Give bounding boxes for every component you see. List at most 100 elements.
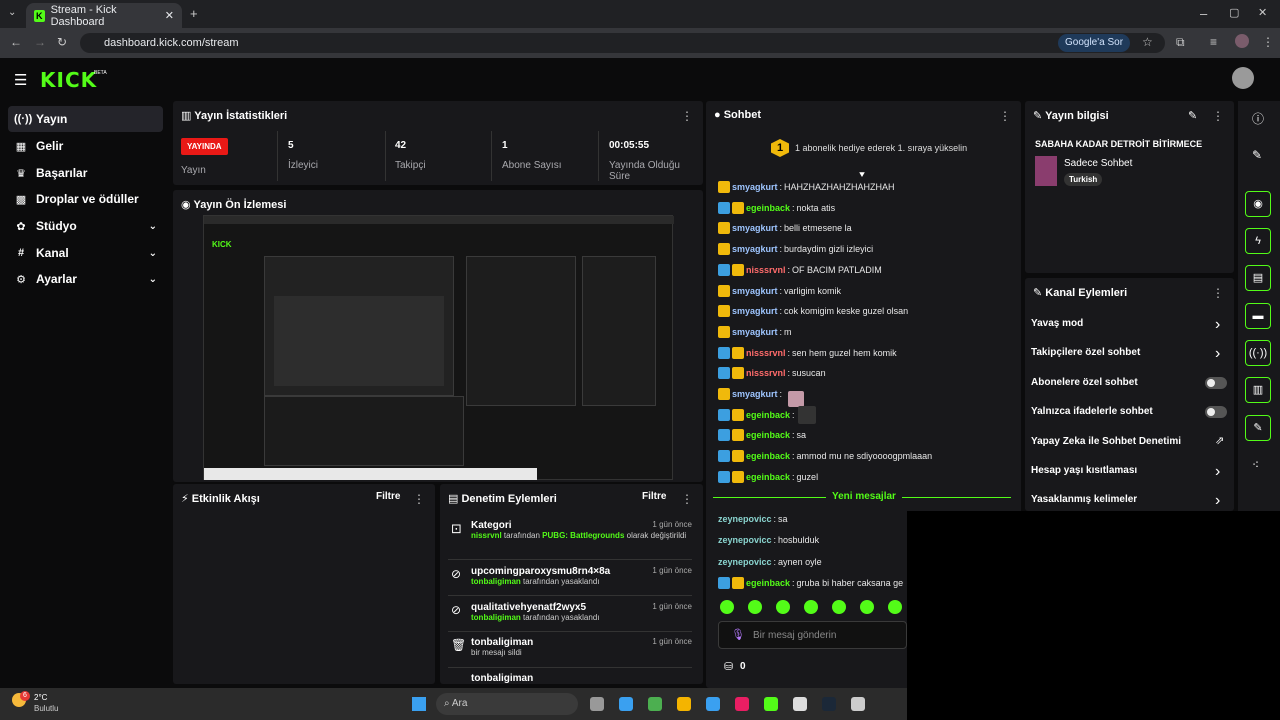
chat-username[interactable]: smyagkurt: [732, 327, 778, 337]
more-icon[interactable]: ⋮: [1212, 286, 1224, 300]
chat-message[interactable]: nisssrvnl: OF BACIM PATLADIM: [718, 260, 882, 280]
extensions-icon[interactable]: ⧉: [1176, 35, 1185, 50]
chat-message[interactable]: nisssrvnl: susucan: [718, 363, 826, 383]
chat-input[interactable]: 🎙 Bir mesaj gönderin: [718, 621, 907, 649]
music-icon[interactable]: [735, 697, 749, 711]
chat-username[interactable]: egeinback: [746, 203, 790, 213]
sidebar-item-yayin[interactable]: ((·)) Yayın: [8, 106, 163, 132]
chevron-right-icon[interactable]: ›: [1215, 492, 1220, 510]
sidebar-item-ayarlar[interactable]: ⚙ Ayarlar ⌄: [8, 266, 163, 292]
chat-username[interactable]: egeinback: [746, 430, 790, 440]
tab-search-icon[interactable]: ⌄: [8, 7, 16, 18]
obs-icon[interactable]: [793, 697, 807, 711]
chat-message[interactable]: smyagkurt: burdaydim gizli izleyici: [718, 239, 873, 259]
chat-message[interactable]: egeinback: nokta atis: [718, 198, 835, 218]
note-icon[interactable]: ▤: [1245, 265, 1271, 291]
file-explorer-icon[interactable]: [677, 697, 691, 711]
menu-icon[interactable]: ⋮: [1262, 35, 1274, 49]
channel-action[interactable]: Yalnızca ifadelerle sohbet: [1031, 406, 1153, 417]
browser-tab[interactable]: K Stream - Kick Dashboard ✕: [26, 3, 182, 28]
hamburger-icon[interactable]: ☰: [14, 71, 27, 89]
maximize-icon[interactable]: ▢: [1229, 6, 1239, 19]
chat-username[interactable]: smyagkurt: [732, 306, 778, 316]
chat-message[interactable]: zeynepovicc: hosbulduk: [718, 530, 819, 550]
kick-app-icon[interactable]: [764, 697, 778, 711]
emote-icon[interactable]: [748, 600, 762, 614]
channel-action[interactable]: Takipçilere özel sohbet: [1031, 347, 1140, 358]
chat-message[interactable]: smyagkurt: m: [718, 322, 792, 342]
chat-username[interactable]: egeinback: [746, 451, 790, 461]
store-icon[interactable]: [706, 697, 720, 711]
wrench-icon[interactable]: ✎: [1245, 415, 1271, 441]
chat-username[interactable]: nisssrvnl: [746, 348, 786, 358]
google-ask-button[interactable]: Google'a Sor: [1058, 34, 1131, 52]
channel-action[interactable]: Yasaklanmış kelimeler: [1031, 494, 1137, 505]
close-icon[interactable]: ✕: [165, 9, 174, 22]
back-icon[interactable]: ←: [10, 35, 22, 49]
sidebar-item-basarilar[interactable]: ♛ Başarılar: [8, 160, 163, 186]
chat-username[interactable]: smyagkurt: [732, 286, 778, 296]
minimize-icon[interactable]: –: [1200, 6, 1207, 21]
emote-icon[interactable]: [804, 600, 818, 614]
chat-message[interactable]: nisssrvnl: sen hem guzel hem komik: [718, 343, 897, 363]
points-icon[interactable]: ⛁: [724, 660, 733, 673]
chat-username[interactable]: smyagkurt: [732, 389, 778, 399]
taskbar-search[interactable]: ⌕ Ara: [436, 693, 578, 715]
more-tools-icon[interactable]: ⁖: [1252, 458, 1259, 472]
broadcast-icon[interactable]: ((·)): [1245, 340, 1271, 366]
sidebar-item-droplar[interactable]: ▩ Droplar ve ödüller: [8, 186, 163, 212]
lightning-icon[interactable]: ϟ: [1245, 228, 1271, 254]
channel-action[interactable]: Abonelere özel sohbet: [1031, 377, 1138, 388]
steam-icon[interactable]: [822, 697, 836, 711]
chat-message[interactable]: smyagkurt:: [718, 384, 784, 404]
external-link-icon[interactable]: ⇗: [1215, 434, 1224, 447]
stream-preview-video[interactable]: KICK: [203, 215, 674, 480]
start-icon[interactable]: [412, 697, 426, 711]
emote-icon[interactable]: [776, 600, 790, 614]
moderation-filter-button[interactable]: Filtre: [642, 491, 666, 502]
chat-message[interactable]: smyagkurt: belli etmesene la: [718, 218, 852, 238]
toggle-switch[interactable]: [1205, 406, 1227, 419]
star-icon[interactable]: ☆: [1142, 35, 1153, 49]
chat-message[interactable]: smyagkurt: HAHZHAZHAHZHAHZHAH: [718, 177, 895, 197]
sidebar-item-studyo[interactable]: ✿ Stüdyo ⌄: [8, 213, 163, 239]
activity-filter-button[interactable]: Filtre: [376, 491, 400, 502]
mic-icon[interactable]: 🎙: [731, 628, 745, 641]
chevron-right-icon[interactable]: ›: [1215, 316, 1220, 334]
chat-message[interactable]: egeinback: gruba bi haber caksana ge: [718, 573, 903, 593]
chat-message[interactable]: egeinback:: [718, 405, 797, 425]
emote-icon[interactable]: [720, 600, 734, 614]
more-icon[interactable]: ⋮: [681, 109, 693, 123]
info-icon[interactable]: ⓘ: [1252, 110, 1264, 127]
emote-icon[interactable]: [860, 600, 874, 614]
chat-message[interactable]: zeynepovicc: sa: [718, 509, 788, 529]
chat-username[interactable]: nisssrvnl: [746, 265, 786, 275]
more-icon[interactable]: ⋮: [413, 492, 425, 506]
reload-icon[interactable]: ↻: [57, 35, 67, 49]
outlook-icon[interactable]: [619, 697, 633, 711]
sidebar-item-gelir[interactable]: ▦ Gelir: [8, 133, 163, 159]
pinned-message[interactable]: 1 abonelik hediye ederek 1. sıraya yükse…: [795, 143, 967, 153]
channel-action[interactable]: Yapay Zeka ile Sohbet Denetimi: [1031, 436, 1181, 447]
chevron-right-icon[interactable]: ›: [1215, 345, 1220, 363]
avatar[interactable]: [1232, 67, 1254, 89]
emote-icon[interactable]: [832, 600, 846, 614]
channel-action[interactable]: Hesap yaşı kısıtlaması: [1031, 465, 1137, 476]
chat-username[interactable]: egeinback: [746, 472, 790, 482]
url-field[interactable]: dashboard.kick.com/stream: [80, 33, 1165, 53]
chat-message[interactable]: egeinback: guzel: [718, 467, 818, 487]
chevron-right-icon[interactable]: ›: [1215, 463, 1220, 481]
chat-username[interactable]: zeynepovicc: [718, 557, 772, 567]
edit-icon[interactable]: ✎: [1188, 109, 1197, 122]
chrome-icon[interactable]: [648, 697, 662, 711]
media-icon[interactable]: ≡: [1210, 35, 1217, 49]
profile-icon[interactable]: [1235, 34, 1249, 48]
chat-username[interactable]: egeinback: [746, 410, 790, 420]
chat-message[interactable]: smyagkurt: varligim komik: [718, 281, 841, 301]
chat-username[interactable]: zeynepovicc: [718, 535, 772, 545]
pencil-icon[interactable]: ✎: [1252, 148, 1262, 162]
chat-username[interactable]: smyagkurt: [732, 223, 778, 233]
chat-message[interactable]: zeynepovicc: aynen oyle: [718, 552, 822, 572]
more-icon[interactable]: ⋮: [681, 492, 693, 506]
new-tab-icon[interactable]: +: [190, 6, 198, 21]
